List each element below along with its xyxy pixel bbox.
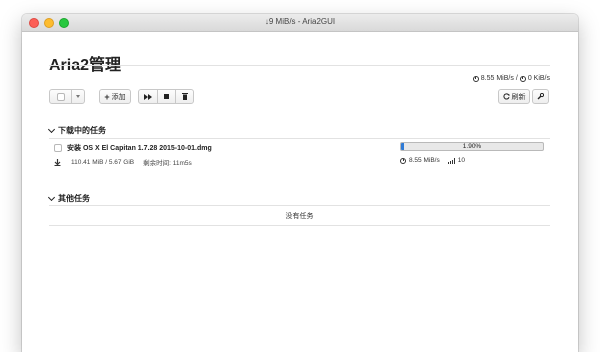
global-speed: 8.55 MiB/s / 0 KiB/s (472, 75, 550, 82)
task-details: 110.41 MiB / 5.67 GiB 剩余时间: 11m5s (54, 157, 192, 167)
global-download-speed: 8.55 MiB/s (480, 75, 514, 82)
clock-icon (400, 157, 406, 164)
app-window: ↓9 MiB/s - Aria2GUI Aria2管理 8.55 MiB/s /… (22, 14, 578, 352)
task-speed-info: 8.55 MiB/s 10 (400, 157, 465, 164)
chevron-down-icon (47, 125, 56, 133)
stop-button[interactable] (157, 90, 175, 103)
signal-bars-icon (447, 157, 455, 164)
other-tasks-title: 其他任务 (58, 194, 90, 203)
page-title: Aria2管理 (49, 57, 122, 74)
task-size: 110.41 MiB / 5.67 GiB (71, 158, 135, 166)
section-divider (49, 138, 550, 139)
clock-icon (472, 75, 479, 82)
global-upload-speed: 0 KiB/s (527, 75, 550, 82)
delete-button[interactable] (175, 90, 193, 103)
clock-icon (519, 75, 526, 82)
chevron-down-icon (47, 193, 56, 201)
window-title: ↓9 MiB/s - Aria2GUI (264, 17, 336, 26)
trash-icon (181, 93, 188, 100)
refresh-button-label: 刷新 (511, 93, 526, 101)
stop-icon (164, 94, 169, 99)
task-progress-bar: 1.90% (400, 142, 544, 151)
active-tasks-heading[interactable]: 下载中的任务 (47, 125, 106, 136)
checkbox-icon (56, 92, 65, 101)
add-button-label: 添加 (111, 93, 126, 101)
other-tasks-heading[interactable]: 其他任务 (47, 193, 90, 204)
task-checkbox[interactable] (54, 144, 62, 152)
select-all-checkbox[interactable] (50, 90, 71, 103)
settings-button[interactable] (532, 89, 549, 104)
empty-message: 没有任务 (285, 213, 314, 220)
plus-icon: + (104, 91, 110, 102)
select-menu-toggle[interactable] (71, 90, 84, 103)
select-dropdown[interactable] (49, 89, 85, 104)
task-remaining: 剩余时间: 11m5s (143, 160, 192, 167)
resume-button[interactable] (139, 90, 157, 103)
section-divider (49, 205, 550, 206)
refresh-button[interactable]: 刷新 (498, 89, 530, 104)
add-button[interactable]: + 添加 (99, 89, 131, 104)
task-controls (138, 89, 194, 104)
play-fast-icon (144, 93, 152, 100)
wrench-icon (537, 93, 544, 100)
task-filename: 安装 OS X El Capitan 1.7.28 2015-10-01.dmg (67, 145, 212, 152)
task-speed: 8.55 MiB/s (409, 157, 440, 164)
title-bar[interactable]: ↓9 MiB/s - Aria2GUI (22, 14, 578, 32)
refresh-icon (502, 93, 509, 100)
section-divider (49, 225, 550, 226)
download-icon (54, 158, 61, 166)
task-row[interactable]: 安装 OS X El Capitan 1.7.28 2015-10-01.dmg (54, 143, 212, 153)
progress-text: 1.90% (462, 143, 482, 150)
speed-separator: / (515, 75, 518, 82)
header-divider (49, 65, 550, 66)
task-connections: 10 (457, 157, 465, 164)
caret-down-icon (76, 95, 81, 98)
main-content: Aria2管理 8.55 MiB/s / 0 KiB/s + 添加 刷新 下载中… (22, 33, 578, 352)
active-tasks-title: 下载中的任务 (58, 126, 106, 135)
